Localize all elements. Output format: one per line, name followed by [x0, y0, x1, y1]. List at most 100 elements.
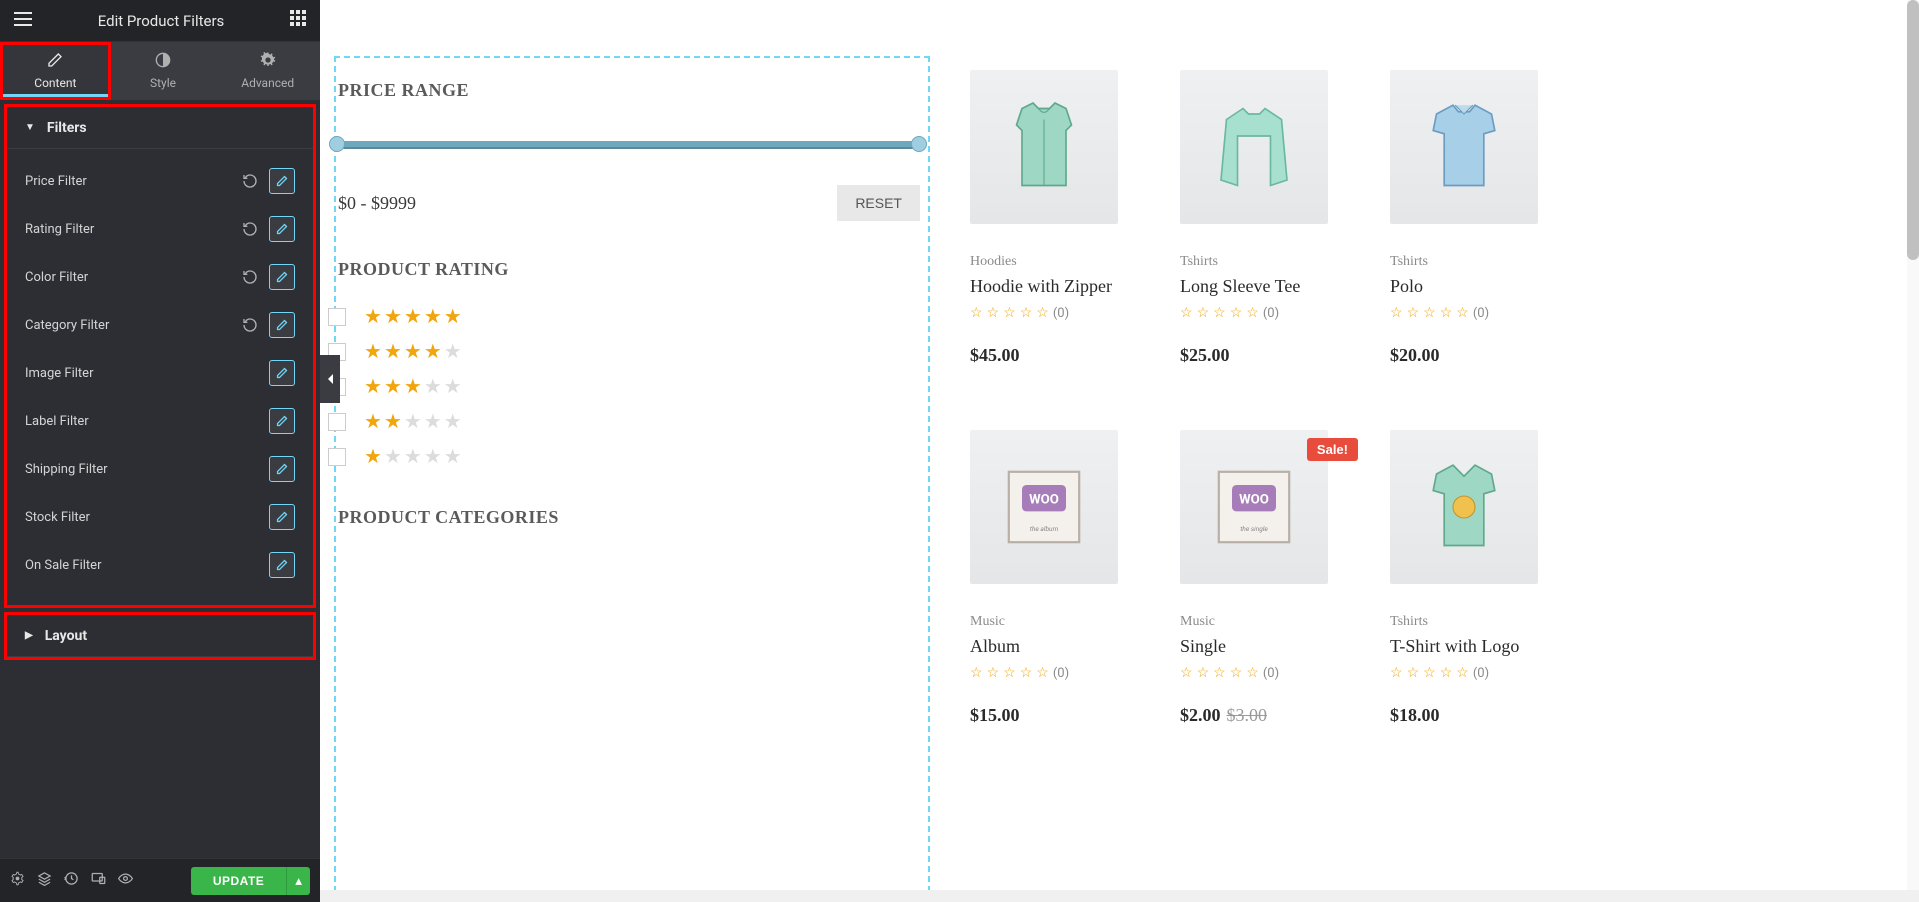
product-card[interactable]: Tshirts Long Sleeve Tee ☆☆☆☆☆(0) $25.00	[1180, 70, 1360, 366]
edit-icon[interactable]	[269, 216, 295, 242]
edit-icon[interactable]	[269, 504, 295, 530]
filter-item[interactable]: Rating Filter	[7, 205, 313, 253]
horizontal-scrollbar[interactable]	[320, 890, 1919, 902]
product-image[interactable]	[1180, 70, 1328, 224]
edit-icon[interactable]	[269, 312, 295, 338]
tab-label: Advanced	[241, 76, 294, 90]
update-options-button[interactable]: ▴	[286, 867, 310, 895]
history-icon[interactable]	[64, 871, 79, 890]
rating-checkbox[interactable]	[328, 448, 346, 466]
rating-checkbox[interactable]	[328, 413, 346, 431]
filter-item[interactable]: Category Filter	[7, 301, 313, 349]
product-card[interactable]: WOOthe singleSale! Music Single ☆☆☆☆☆(0)…	[1180, 430, 1360, 726]
stars: ★★★★★	[364, 339, 462, 364]
star-icon: ★	[444, 374, 462, 399]
menu-icon[interactable]	[14, 10, 32, 31]
slider-handle-max[interactable]	[911, 136, 927, 152]
reset-icon[interactable]	[237, 168, 263, 194]
edit-icon[interactable]	[269, 552, 295, 578]
product-name[interactable]: T-Shirt with Logo	[1390, 636, 1570, 657]
filter-actions	[237, 264, 295, 290]
filter-item[interactable]: Label Filter	[7, 397, 313, 445]
reset-icon[interactable]	[237, 264, 263, 290]
edit-icon[interactable]	[269, 408, 295, 434]
tab-content[interactable]: Content	[0, 42, 111, 100]
categories-section: PRODUCT CATEGORIES	[336, 507, 920, 528]
star-icon: ★	[404, 374, 422, 399]
product-name[interactable]: Long Sleeve Tee	[1180, 276, 1360, 297]
edit-icon[interactable]	[269, 168, 295, 194]
product-image[interactable]	[970, 70, 1118, 224]
filter-item[interactable]: Stock Filter	[7, 493, 313, 541]
filter-label: Image Filter	[25, 366, 94, 381]
star-outline-icon: ☆	[1036, 665, 1049, 681]
reset-icon[interactable]	[237, 216, 263, 242]
sale-badge: Sale!	[1307, 438, 1358, 461]
reset-icon[interactable]	[237, 312, 263, 338]
product-card[interactable]: WOOthe album Music Album ☆☆☆☆☆(0) $15.00	[970, 430, 1150, 726]
collapse-handle[interactable]	[320, 355, 340, 403]
filter-item[interactable]: On Sale Filter	[7, 541, 313, 589]
product-card[interactable]: Hoodies Hoodie with Zipper ☆☆☆☆☆(0) $45.…	[970, 70, 1150, 366]
accordion-layout[interactable]: ▶ Layout	[7, 615, 313, 657]
product-image[interactable]	[1390, 70, 1538, 224]
filter-item[interactable]: Color Filter	[7, 253, 313, 301]
product-card[interactable]: Tshirts Polo ☆☆☆☆☆(0) $20.00	[1390, 70, 1570, 366]
accordion-title: Filters	[47, 120, 87, 136]
update-button[interactable]: UPDATE	[191, 867, 286, 895]
product-name[interactable]: Hoodie with Zipper	[970, 276, 1150, 297]
edit-icon[interactable]	[269, 456, 295, 482]
filter-item[interactable]: Image Filter	[7, 349, 313, 397]
accordion-title: Layout	[45, 628, 87, 644]
apps-icon[interactable]	[290, 10, 306, 31]
settings-icon[interactable]	[10, 871, 25, 890]
filter-item[interactable]: Shipping Filter	[7, 445, 313, 493]
filter-label: Category Filter	[25, 318, 109, 333]
rating-row[interactable]: ★★★★★	[336, 304, 920, 329]
responsive-icon[interactable]	[91, 871, 106, 890]
rating-row[interactable]: ★★★★★	[336, 444, 920, 469]
navigator-icon[interactable]	[37, 871, 52, 890]
tab-style[interactable]: Style	[111, 42, 216, 100]
star-outline-icon: ☆	[987, 305, 1000, 321]
svg-text:WOO: WOO	[1239, 493, 1269, 508]
slider-handle-min[interactable]	[329, 136, 345, 152]
product-image[interactable]: WOOthe singleSale!	[1180, 430, 1328, 584]
tab-advanced[interactable]: Advanced	[215, 42, 320, 100]
reset-button[interactable]: RESET	[837, 185, 920, 221]
star-outline-icon: ☆	[1180, 305, 1193, 321]
filter-label: On Sale Filter	[25, 558, 101, 573]
rating-checkbox[interactable]	[328, 308, 346, 326]
product-category: Tshirts	[1390, 254, 1570, 270]
star-icon: ★	[444, 409, 462, 434]
rating-row[interactable]: ★★★★★	[336, 409, 920, 434]
caret-right-icon: ▶	[25, 630, 33, 641]
product-price: $2.00$3.00	[1180, 705, 1360, 726]
star-icon: ★	[384, 409, 402, 434]
filter-item[interactable]: Price Filter	[7, 157, 313, 205]
star-outline-icon: ☆	[1456, 665, 1469, 681]
vertical-scrollbar[interactable]	[1907, 0, 1919, 890]
accordion-filters[interactable]: ▼ Filters	[7, 107, 313, 149]
star-icon: ★	[424, 444, 442, 469]
star-icon: ★	[384, 304, 402, 329]
rating-count: (0)	[1263, 306, 1279, 321]
stars: ★★★★★	[364, 374, 462, 399]
product-image[interactable]: WOOthe album	[970, 430, 1118, 584]
rating-count: (0)	[1473, 306, 1489, 321]
edit-icon[interactable]	[269, 360, 295, 386]
price-slider[interactable]	[336, 139, 920, 153]
product-filters-widget[interactable]: PRICE RANGE $0 - $9999 RESET PRODUCT RAT…	[334, 56, 930, 902]
products-grid: Hoodies Hoodie with Zipper ☆☆☆☆☆(0) $45.…	[970, 56, 1899, 902]
preview-icon[interactable]	[118, 871, 133, 890]
product-card[interactable]: Tshirts T-Shirt with Logo ☆☆☆☆☆(0) $18.0…	[1390, 430, 1570, 726]
product-name[interactable]: Polo	[1390, 276, 1570, 297]
product-name[interactable]: Single	[1180, 636, 1360, 657]
product-name[interactable]: Album	[970, 636, 1150, 657]
product-image[interactable]	[1390, 430, 1538, 584]
edit-icon[interactable]	[269, 264, 295, 290]
rating-row[interactable]: ★★★★★	[336, 339, 920, 364]
star-icon: ★	[424, 409, 442, 434]
rating-row[interactable]: ★★★★★	[336, 374, 920, 399]
editor-tabs: Content Style Advanced	[0, 42, 320, 100]
